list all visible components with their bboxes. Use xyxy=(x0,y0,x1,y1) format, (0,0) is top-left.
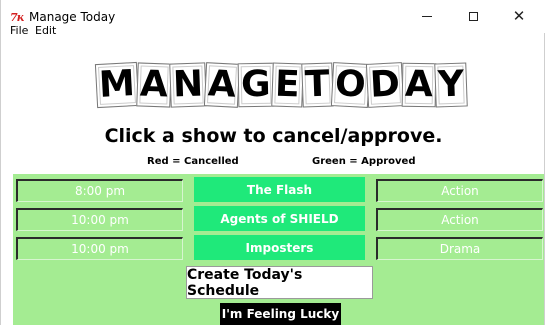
logo-letter: Y xyxy=(434,62,468,108)
legend-cancelled: Red = Cancelled xyxy=(147,156,239,167)
menu-edit[interactable]: Edit xyxy=(35,24,56,37)
logo-letter: A xyxy=(136,62,172,108)
logo-letter: T xyxy=(301,62,334,108)
genre-cell: Action xyxy=(376,208,543,231)
instruction-text: Click a show to cancel/approve. xyxy=(104,125,443,147)
logo-letter: E xyxy=(271,62,304,108)
time-cell: 10:00 pm xyxy=(16,208,183,231)
show-button-agents-of-shield[interactable]: Agents of SHIELD xyxy=(194,206,365,231)
logo-letter: N xyxy=(169,62,207,108)
logo-letter: A xyxy=(401,62,437,108)
logo-letter: M xyxy=(94,61,140,109)
genre-cell: Drama xyxy=(376,237,543,260)
show-button-imposters[interactable]: Imposters xyxy=(194,235,365,260)
feeling-lucky-button[interactable]: I'm Feeling Lucky xyxy=(220,303,341,325)
logo-letter: A xyxy=(203,62,240,108)
logo-letter: O xyxy=(330,62,370,108)
legend-approved: Green = Approved xyxy=(312,156,416,167)
menu-bar: File Edit xyxy=(1,14,545,37)
time-cell: 10:00 pm xyxy=(16,237,183,260)
time-cell: 8:00 pm xyxy=(16,179,183,202)
manage-today-logo: MANAGETODAY xyxy=(94,56,468,114)
show-button-the-flash[interactable]: The Flash xyxy=(194,177,365,202)
logo-letter: D xyxy=(365,62,405,108)
menu-file[interactable]: File xyxy=(10,24,28,37)
genre-cell: Action xyxy=(376,179,543,202)
logo-letter: G xyxy=(237,62,274,108)
app-window: 7ĸ Manage Today ✕ File Edit MANAGETODAY … xyxy=(0,0,545,325)
create-schedule-button[interactable]: Create Today's Schedule xyxy=(186,266,373,299)
